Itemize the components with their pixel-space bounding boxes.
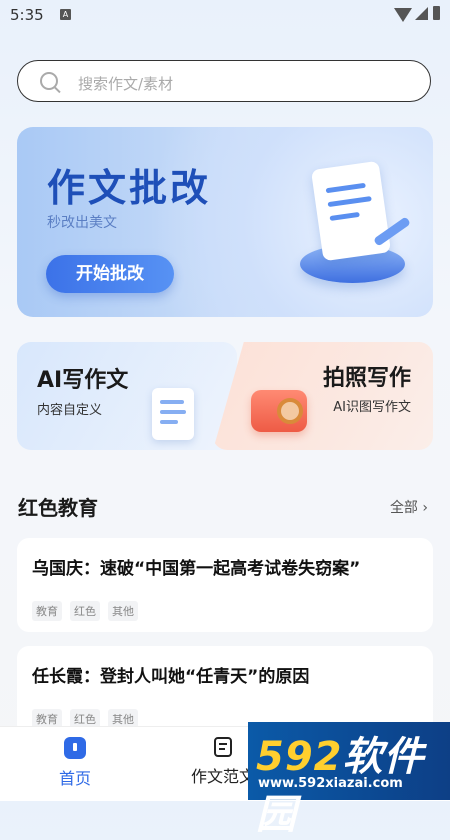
tag: 教育: [32, 601, 62, 621]
article-card[interactable]: 乌国庆：速破“中国第一起高考试卷失窃案” 教育 红色 其他: [17, 538, 433, 632]
essay-correction-banner[interactable]: 作文批改 秒改出美文 开始批改: [17, 127, 433, 317]
article-tags: 教育 红色 其他: [32, 600, 146, 621]
watermark-brand-number: 592: [256, 734, 343, 780]
search-placeholder: 搜索作文/素材: [78, 75, 174, 93]
photo-write-title: 拍照写作: [322, 366, 411, 391]
start-correction-button[interactable]: 开始批改: [46, 255, 174, 293]
article-title: 任长霞：登封人叫她“任青天”的原因: [32, 667, 310, 687]
document-illustration-icon: [310, 160, 392, 262]
banner-title: 作文批改: [47, 166, 212, 210]
search-bar[interactable]: 搜索作文/素材: [17, 60, 431, 102]
watermark-logo: 592软件园 www.592xiazai.com: [248, 722, 450, 838]
article-title: 乌国庆：速破“中国第一起高考试卷失窃案”: [32, 559, 361, 579]
camera-icon: [251, 390, 307, 432]
tag: 其他: [108, 601, 138, 621]
ai-write-card[interactable]: AI写作文 内容自定义: [17, 342, 237, 450]
document-icon: [152, 388, 194, 440]
tab-home-label: 首页: [58, 769, 91, 788]
notification-a-icon: A: [60, 9, 71, 20]
home-icon: [64, 737, 86, 759]
signal-icon: [415, 7, 428, 20]
status-bar: 5:35 A: [0, 0, 450, 32]
tab-home[interactable]: 首页: [30, 737, 120, 789]
wifi-icon: [394, 8, 412, 22]
section-title: 红色教育: [18, 496, 98, 520]
status-time: 5:35: [10, 6, 44, 24]
tag: 红色: [70, 601, 100, 621]
photo-write-card[interactable]: 拍照写作 AI识图写作文: [213, 342, 433, 450]
view-all-link[interactable]: 全部 ›: [390, 497, 428, 517]
photo-write-subtitle: AI识图写作文: [333, 400, 411, 415]
ai-write-title: AI写作文: [37, 368, 129, 393]
essay-list-icon: [214, 737, 232, 757]
battery-icon: [433, 6, 440, 20]
ai-write-subtitle: 内容自定义: [37, 403, 103, 418]
banner-subtitle: 秒改出美文: [47, 215, 117, 231]
search-icon: [40, 72, 58, 90]
watermark-url: www.592xiazai.com: [258, 776, 403, 791]
